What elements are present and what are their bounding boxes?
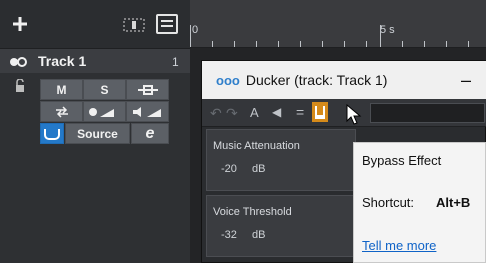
record-volume-button[interactable] [83,101,126,122]
mouse-cursor [346,103,362,126]
ruler-tick [468,41,469,47]
ruler-tick [322,41,323,47]
track-name[interactable]: Track 1 [38,53,86,69]
minimize-button[interactable]: – [461,70,471,91]
param-unit: dB [252,163,266,175]
speaker-volume-button[interactable] [126,101,169,122]
mute-button[interactable]: M [40,79,83,100]
equal-button[interactable]: = [296,104,304,120]
ruler-tick [366,41,367,47]
bypass-icon [315,106,325,119]
ruler-tick [190,25,191,47]
waveform-cup-icon [44,128,60,140]
track-lock-button[interactable] [13,78,27,93]
waveform-view-button[interactable] [40,123,64,144]
ruler-tick [424,41,425,47]
ruler-label-five: 5 s [380,24,395,36]
undo-icon[interactable]: ↶ [210,105,222,122]
track-monitor-toggle[interactable] [8,55,32,67]
redo-icon[interactable]: ↷ [226,105,238,122]
track-view-button[interactable] [156,14,178,34]
edit-button[interactable]: e [131,123,169,144]
music-attenuation-param[interactable]: Music Attenuation -20 dB [206,129,356,191]
ruler-tick [212,41,213,47]
link-circles-icon [10,57,27,67]
bypass-effect-button[interactable] [312,102,328,122]
a-button[interactable]: A [250,105,259,120]
swap-button[interactable] [40,101,83,122]
tooltip-title: Bypass Effect [362,153,442,168]
speaker-icon [132,106,161,117]
selection-marker-icon [123,18,145,32]
ruler-tick [380,25,381,47]
marker-button[interactable] [123,18,145,32]
ruler-tick [344,41,345,47]
ruler-tick [256,41,257,47]
swap-arrows-icon [55,105,68,118]
ruler-label-zero: 0 [192,24,199,36]
voice-threshold-param[interactable]: Voice Threshold -32 dB [206,195,356,257]
track-header: Track 1 1 M S Source e [0,48,190,263]
ruler-tick [300,41,301,47]
param-value[interactable]: -32 [221,229,237,241]
edit-glyph: e [145,124,155,142]
ruler-tick [402,41,403,47]
plus-icon [13,17,27,31]
ruler-tick [446,41,447,47]
plugin-title: Ducker (track: Track 1) [245,72,388,88]
tooltip-shortcut-key: Alt+B [436,195,471,210]
add-track-button[interactable] [11,15,29,33]
bypass-tooltip: Bypass Effect Shortcut: Alt+B Tell me mo… [353,142,486,263]
plugin-icon: ooo [216,72,240,88]
ruler-tick [234,41,235,47]
time-ruler[interactable]: 0 5 s [190,0,486,48]
tooltip-shortcut-label: Shortcut: [362,195,415,210]
cursor-arrow-icon [346,103,362,125]
track-number: 1 [172,55,179,69]
plugin-toolbar-display [370,103,485,123]
record-volume-icon [88,107,114,117]
solo-button[interactable]: S [83,79,126,100]
panel-icon [161,20,173,27]
ruler-tick [278,41,279,47]
top-toolbar [0,0,190,48]
param-unit: dB [252,229,266,241]
back-button[interactable]: ◀ [272,105,281,119]
param-label: Voice Threshold [213,206,292,218]
plugin-titlebar[interactable]: ooo Ducker (track: Track 1) – [202,61,486,99]
routing-icon [137,84,158,95]
lock-icon [16,78,24,92]
param-label: Music Attenuation [213,140,300,152]
param-value[interactable]: -20 [221,163,237,175]
tell-me-more-link[interactable]: Tell me more [362,238,436,253]
source-button[interactable]: Source [65,123,130,144]
plugin-toolbar: ↶ ↷ A ◀ = [202,99,486,127]
route-button[interactable] [126,79,169,100]
